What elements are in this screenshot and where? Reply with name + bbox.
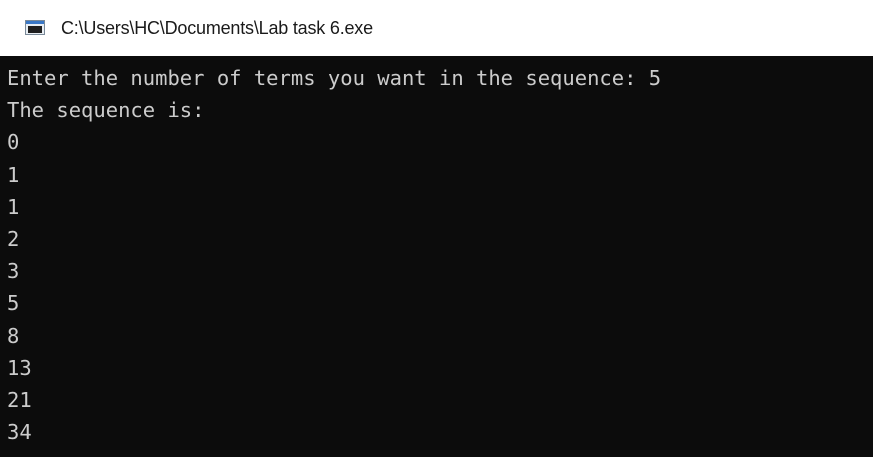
console-line-term: 3 — [7, 259, 20, 284]
console-line-term: 21 — [7, 387, 32, 412]
console-line-term: 34 — [7, 420, 32, 445]
console-line-term: 1 — [7, 162, 20, 187]
console-line-prompt: Enter the number of terms you want in th… — [7, 66, 662, 90]
title-bar[interactable]: C:\Users\HC\Documents\Lab task 6.exe — [0, 0, 873, 56]
console-line-term: 13 — [7, 355, 32, 380]
icon-title-strip — [26, 21, 44, 24]
icon-screen — [28, 26, 42, 33]
console-window: C:\Users\HC\Documents\Lab task 6.exe Ent… — [0, 0, 873, 457]
console-output[interactable]: Enter the number of terms you want in th… — [0, 56, 873, 457]
console-line-heading: The sequence is: — [7, 98, 205, 123]
console-app-icon[interactable] — [25, 20, 47, 36]
console-line-term: 8 — [7, 323, 20, 348]
console-line-term: 0 — [7, 130, 20, 155]
console-line-term: 2 — [7, 226, 20, 251]
console-line-term: 5 — [7, 291, 20, 316]
window-title: C:\Users\HC\Documents\Lab task 6.exe — [61, 17, 373, 38]
console-line-term: 1 — [7, 194, 20, 219]
